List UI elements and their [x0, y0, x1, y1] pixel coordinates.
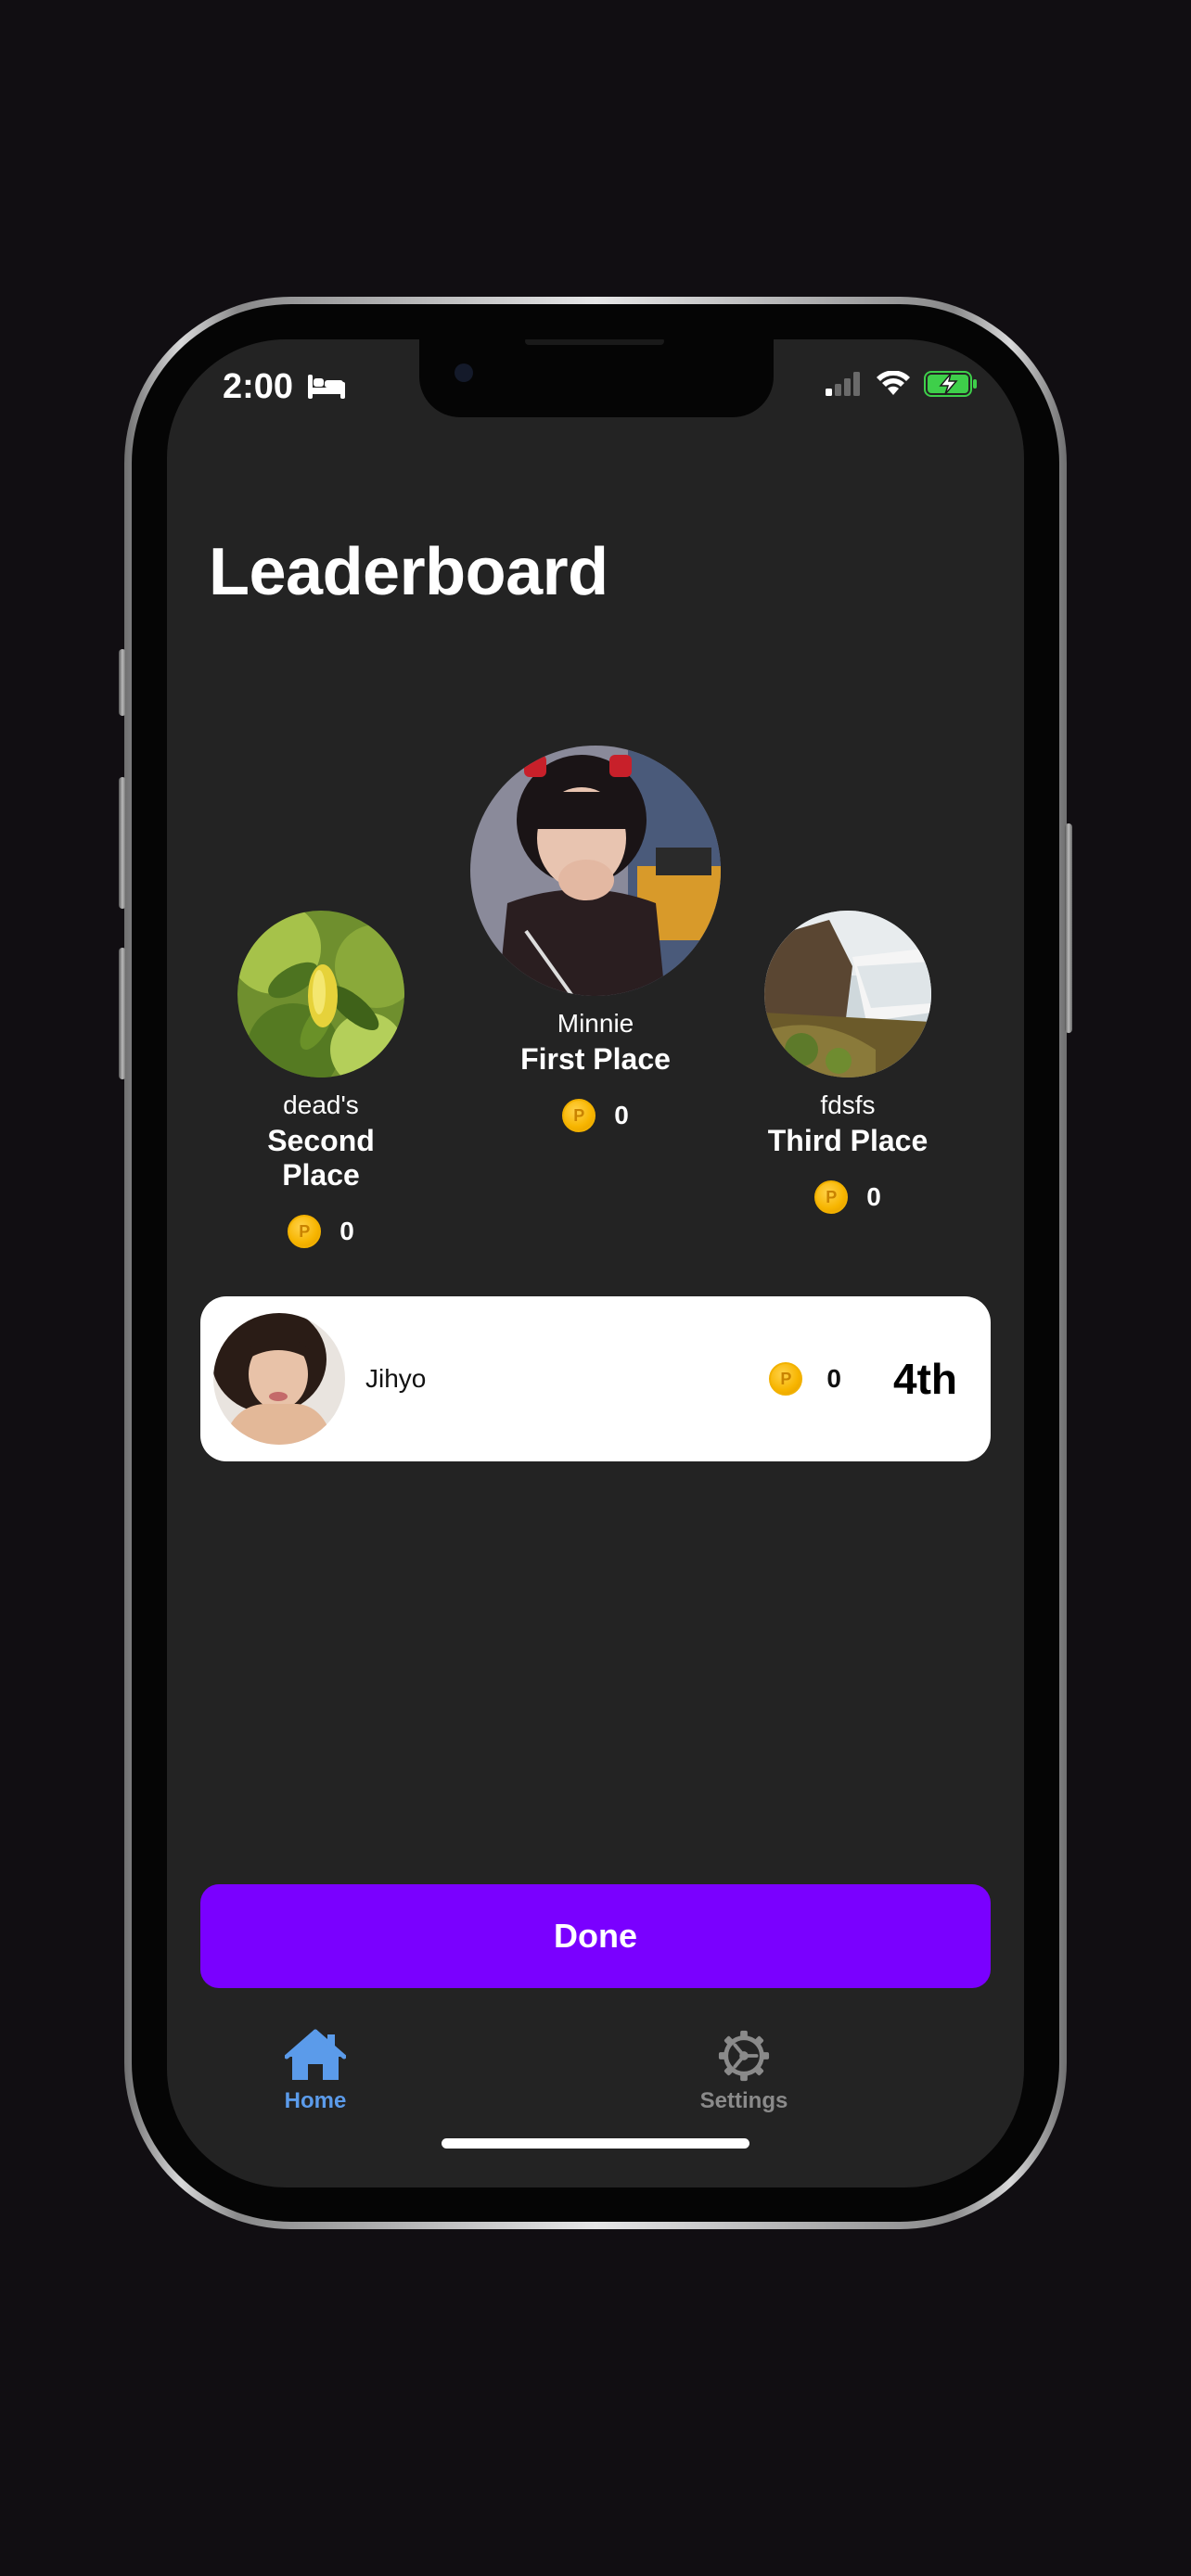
cellular-signal-icon	[826, 372, 860, 396]
notch	[419, 339, 774, 417]
power-button	[1065, 823, 1072, 1033]
app-screen: 2:00 Leaderboard dead's Second Place P 0…	[167, 339, 1024, 2187]
coin-icon: P	[814, 1180, 849, 1214]
gear-icon	[718, 2030, 770, 2082]
portrait-photo	[213, 1313, 345, 1445]
leaf-photo	[237, 911, 404, 1078]
wifi-icon	[877, 371, 910, 395]
tab-label: Settings	[699, 2088, 788, 2113]
speaker-grille	[525, 339, 664, 345]
avatar	[470, 746, 721, 996]
done-button[interactable]: Done	[200, 1884, 991, 1988]
sleep-bed-icon	[308, 375, 345, 399]
avatar	[213, 1313, 345, 1445]
status-time: 2:00	[223, 367, 294, 406]
mute-switch	[119, 649, 126, 716]
front-camera	[455, 363, 473, 382]
points-row: P 0	[769, 1362, 841, 1396]
tab-home[interactable]: Home	[223, 2029, 408, 2114]
battery-charging-icon	[924, 371, 977, 397]
coin-icon: P	[769, 1362, 803, 1396]
place-label: Third Place	[767, 1124, 928, 1157]
home-indicator	[442, 2138, 749, 2149]
podium-first[interactable]: Minnie First Place P 0	[470, 746, 721, 1132]
home-icon	[285, 2029, 346, 2080]
page-title: Leaderboard	[209, 535, 608, 609]
volume-up-button	[119, 777, 126, 909]
coin-icon: P	[562, 1099, 596, 1132]
waterfall-photo	[764, 911, 931, 1078]
tab-settings[interactable]: Settings	[651, 2029, 837, 2114]
avatar	[764, 911, 931, 1078]
place-label: Second Place	[267, 1124, 375, 1192]
points-row: P 0	[228, 1215, 414, 1248]
points-value: 0	[339, 1217, 354, 1245]
points-row: P 0	[755, 1180, 941, 1214]
player-name: Minnie	[557, 1009, 634, 1038]
player-name: Jihyo	[365, 1364, 427, 1393]
podium-third[interactable]: fdsfs Third Place P 0	[755, 911, 941, 1214]
player-name: dead's	[283, 1090, 359, 1119]
leaderboard-row[interactable]: Jihyo P 0 4th	[200, 1296, 991, 1461]
tab-label: Home	[284, 2088, 347, 2113]
coin-icon: P	[288, 1215, 322, 1248]
place-label: First Place	[520, 1042, 671, 1076]
points-value: 0	[866, 1182, 881, 1211]
player-name: fdsfs	[820, 1090, 876, 1119]
points-row: P 0	[475, 1099, 716, 1132]
portrait-photo	[470, 746, 721, 996]
status-icons	[826, 371, 978, 397]
volume-down-button	[119, 948, 126, 1079]
avatar	[237, 911, 404, 1078]
podium-second[interactable]: dead's Second Place P 0	[228, 911, 414, 1248]
points-value: 0	[614, 1101, 629, 1129]
rank-label: 4th	[893, 1355, 957, 1403]
points-value: 0	[826, 1364, 841, 1393]
